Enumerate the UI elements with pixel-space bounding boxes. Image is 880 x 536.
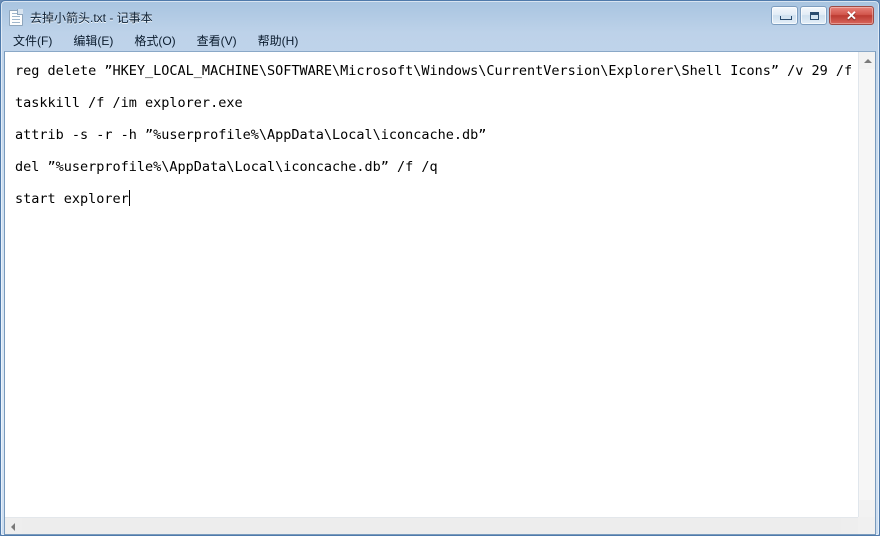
scrollbar-corner [858, 517, 875, 534]
menu-file[interactable]: 文件(F) [13, 30, 61, 51]
window-controls: ✕ [771, 6, 874, 25]
horizontal-scrollbar-track[interactable] [22, 518, 841, 534]
vertical-scrollbar[interactable] [858, 52, 875, 517]
text-caret [128, 190, 130, 206]
client-area: reg delete ”HKEY_LOCAL_MACHINE\SOFTWARE\… [4, 51, 876, 535]
close-button[interactable]: ✕ [829, 6, 874, 25]
text-line-content: start explorer [15, 191, 129, 207]
maximize-icon [810, 12, 819, 20]
text-line: taskkill /f /im explorer.exe [15, 95, 243, 111]
menu-help[interactable]: 帮助(H) [258, 30, 308, 51]
menu-edit[interactable]: 编辑(E) [73, 30, 122, 51]
window-title: 去掉小箭头.txt - 记事本 [30, 10, 153, 25]
close-icon: ✕ [846, 8, 857, 23]
maximize-button[interactable] [800, 6, 827, 25]
minimize-icon [780, 16, 792, 20]
text-line: reg delete ”HKEY_LOCAL_MACHINE\SOFTWARE\… [15, 63, 853, 79]
menu-view[interactable]: 查看(V) [197, 30, 246, 51]
notepad-document-icon [8, 9, 24, 26]
notepad-window: 去掉小箭头.txt - 记事本 ✕ 文件(F) 编辑(E) 格式(O) 查看(V… [0, 0, 880, 536]
text-line-with-caret: start explorer [15, 186, 857, 218]
scroll-left-arrow-icon[interactable] [5, 518, 22, 534]
menu-bar: 文件(F) 编辑(E) 格式(O) 查看(V) 帮助(H) [4, 30, 876, 51]
text-line: del ”%userprofile%\AppData\Local\iconcac… [15, 159, 438, 175]
text-editor-area[interactable]: reg delete ”HKEY_LOCAL_MACHINE\SOFTWARE\… [5, 52, 857, 516]
horizontal-scrollbar[interactable] [5, 517, 858, 534]
minimize-button[interactable] [771, 6, 798, 25]
scroll-up-arrow-icon[interactable] [859, 52, 875, 69]
vertical-scrollbar-track[interactable] [859, 69, 875, 500]
title-bar: 去掉小箭头.txt - 记事本 ✕ [4, 4, 876, 30]
text-line: attrib -s -r -h ”%userprofile%\AppData\L… [15, 127, 487, 143]
menu-format[interactable]: 格式(O) [134, 30, 184, 51]
